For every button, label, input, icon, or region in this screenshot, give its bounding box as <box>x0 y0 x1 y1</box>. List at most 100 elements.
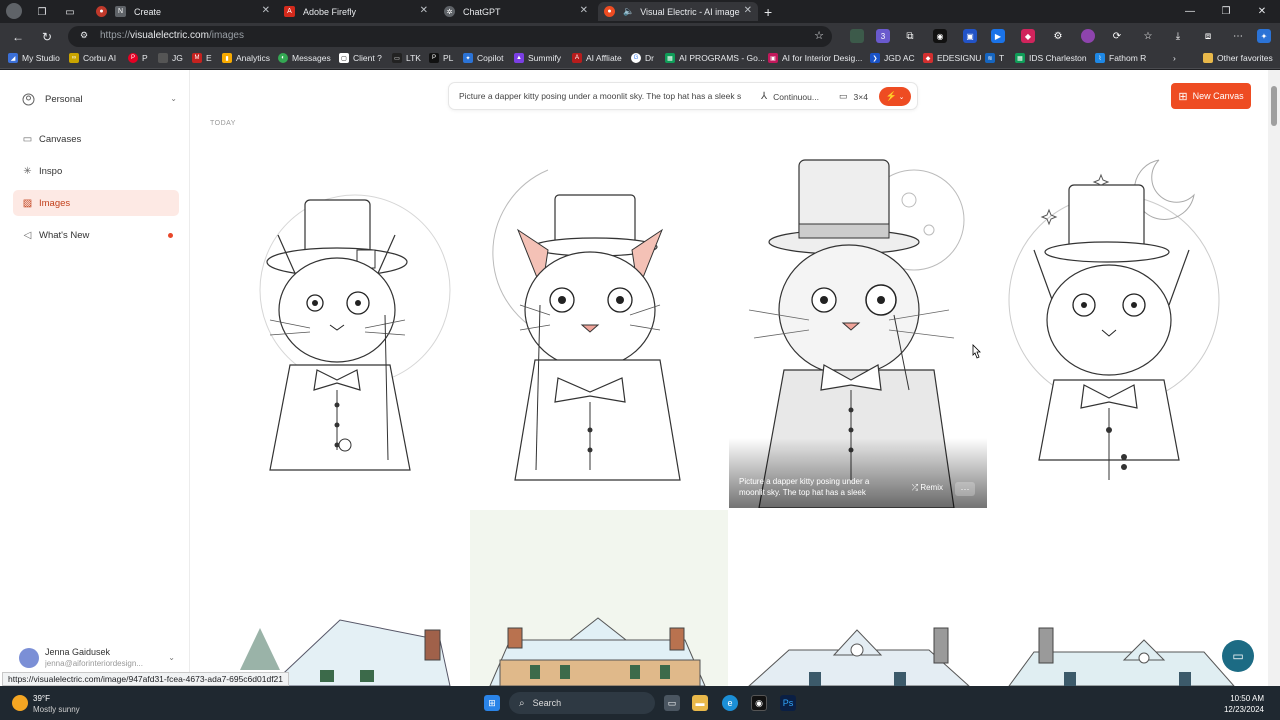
bookmark-jg[interactable]: JG <box>158 53 183 63</box>
page-scrollbar[interactable] <box>1268 70 1280 686</box>
address-bar[interactable]: ⚙ https://visualelectric.com/images ☆ <box>68 26 832 47</box>
bookmark-messages[interactable]: ◐ Messages <box>278 53 331 63</box>
extension-icon[interactable]: 3 <box>876 29 890 43</box>
weather-desc: Mostly sunny <box>33 705 80 714</box>
scrollbar-thumb[interactable] <box>1271 86 1277 126</box>
snowy-house-image <box>1008 627 1235 686</box>
remix-button[interactable]: ⤮ Remix <box>912 483 943 493</box>
notification-dot <box>168 232 173 238</box>
bookmark-pl[interactable]: P PL <box>429 53 453 63</box>
downloads-icon[interactable]: ⤓ <box>1171 29 1185 43</box>
bookmark-corbu-ai[interactable]: ∞ Corbu AI <box>69 53 116 63</box>
close-window-icon[interactable]: ✕ <box>1244 0 1280 22</box>
tab-visual-electric[interactable]: ● 🔈 Visual Electric - AI image ge ✕ <box>598 2 758 21</box>
favorites-icon[interactable]: ☆ <box>1141 29 1155 43</box>
bookmark-star-icon[interactable]: ☆ <box>814 29 824 42</box>
system-clock[interactable]: 10:50 AM 12/23/2024 <box>1224 693 1264 715</box>
task-view-icon[interactable]: ▭ <box>664 695 680 711</box>
sidebar-item-canvases[interactable]: ▭ Canvases <box>13 126 179 152</box>
bookmark-ai-programs[interactable]: ▦ AI PROGRAMS - Go... <box>665 53 765 63</box>
profile-icon[interactable] <box>6 3 22 19</box>
generated-image-card[interactable] <box>989 140 1247 508</box>
bookmark-my-studio[interactable]: ◢ My Studio <box>8 53 60 63</box>
prompt-input[interactable]: Picture a dapper kitty posing under a mo… <box>459 91 749 101</box>
adobe-icon: A <box>284 6 295 17</box>
bookmark-ids-charleston[interactable]: ▦ IDS Charleston <box>1015 53 1087 63</box>
extension-icon[interactable]: ▣ <box>963 29 977 43</box>
bookmark-ltk[interactable]: ▭ LTK <box>392 53 421 63</box>
back-button[interactable]: ← <box>9 28 27 46</box>
tab-actions-icon[interactable]: ▭ <box>62 4 78 20</box>
bookmark-fathom-r[interactable]: ⌇ Fathom R <box>1095 53 1146 63</box>
support-chat-button[interactable]: ▭ <box>1222 640 1254 672</box>
workspace-switcher[interactable]: Personal ⌄ <box>22 93 177 106</box>
copilot-icon[interactable]: ✦ <box>1257 29 1271 43</box>
extension-icon[interactable] <box>1081 29 1095 43</box>
workspaces-icon[interactable]: ❐ <box>34 4 50 20</box>
generated-image-card[interactable] <box>210 140 468 508</box>
bookmark-icon <box>158 53 168 63</box>
generated-image-card[interactable] <box>210 510 468 686</box>
reload-button[interactable]: ↻ <box>38 28 56 46</box>
bookmark-edesignu[interactable]: ◆ EDESIGNU <box>923 53 981 63</box>
sidebar-item-images[interactable]: ▨ Images <box>13 190 179 216</box>
bookmark-copilot[interactable]: ✦ Copilot <box>463 53 503 63</box>
new-tab-button[interactable]: + <box>764 2 782 21</box>
extension-icon[interactable]: ⧉ <box>903 29 917 43</box>
bookmark-summify[interactable]: ▲ Summify <box>514 53 561 63</box>
close-tab-icon[interactable]: ✕ <box>580 5 588 16</box>
generated-image-card[interactable] <box>729 510 987 686</box>
style-selector[interactable]: ⅄ Continuou... <box>761 91 819 102</box>
generated-image-card-hovered[interactable]: Picture a dapper kitty posing under a mo… <box>729 140 987 508</box>
restore-icon[interactable]: ❐ <box>1208 0 1244 22</box>
bookmark-analytics[interactable]: ▮ Analytics <box>222 53 270 63</box>
messages-icon: ◐ <box>278 53 288 63</box>
bookmark-ai-for-interior-design[interactable]: ▣ AI for Interior Desig... <box>768 53 862 63</box>
bookmark-icon: P <box>429 53 439 63</box>
shuffle-icon: ⤮ <box>911 483 919 492</box>
bookmark-jgd-ac[interactable]: ❯ JGD AC <box>870 53 915 63</box>
screenshot-icon[interactable]: ⧈ <box>1201 29 1215 43</box>
generate-button[interactable]: ⚡ ⌄ <box>879 87 911 106</box>
taskbar-search[interactable]: ⌕ Search <box>509 692 655 714</box>
generated-image-card[interactable] <box>989 510 1247 686</box>
bookmark-ai-affliate[interactable]: A AI Affliate <box>572 53 622 63</box>
tab-chatgpt[interactable]: ✲ ChatGPT ✕ <box>444 2 594 21</box>
tab-adobe-firefly[interactable]: A Adobe Firefly ✕ <box>284 2 434 21</box>
edge-icon[interactable]: e <box>722 695 738 711</box>
extension-icon[interactable]: ◉ <box>933 29 947 43</box>
extension-icon[interactable]: ▶ <box>991 29 1005 43</box>
sidebar-item-whats-new[interactable]: ◁ What's New <box>13 222 179 248</box>
site-info-icon[interactable]: ⚙ <box>80 30 92 42</box>
extensions-puzzle-icon[interactable]: ⟳ <box>1110 29 1124 43</box>
more-options-button[interactable]: ··· <box>955 482 975 496</box>
app-icon[interactable]: ◉ <box>751 695 767 711</box>
minimize-icon[interactable]: — <box>1172 0 1208 22</box>
new-canvas-button[interactable]: ⊞ New Canvas <box>1171 83 1251 109</box>
bookmark-other-favorites[interactable]: Other favorites <box>1203 53 1273 63</box>
speaker-icon[interactable]: 🔈 <box>623 6 634 17</box>
file-explorer-icon[interactable]: ▬ <box>692 695 708 711</box>
bookmark-e[interactable]: ME <box>192 53 212 63</box>
user-menu[interactable]: Jenna Gaidusek jenna@aiforinteriordesign… <box>19 646 179 672</box>
close-tab-icon[interactable]: ✕ <box>262 5 270 16</box>
bookmark-p[interactable]: PP <box>128 53 148 63</box>
windows-start-icon[interactable]: ⊞ <box>484 695 500 711</box>
bookmark-client[interactable]: ▢ Client ? <box>339 53 382 63</box>
bookmarks-overflow-icon[interactable]: › <box>1173 53 1176 63</box>
close-tab-icon[interactable]: ✕ <box>744 5 752 16</box>
sidebar-item-inspo[interactable]: ✳ Inspo <box>13 158 179 184</box>
generated-image-card[interactable] <box>470 510 728 686</box>
tab-create[interactable]: ● N Create ✕ <box>96 2 276 21</box>
extension-icon[interactable] <box>850 29 864 43</box>
close-tab-icon[interactable]: ✕ <box>420 5 428 16</box>
aspect-ratio-selector[interactable]: ▭ 3×4 <box>839 91 868 102</box>
generated-image-card[interactable] <box>470 140 728 508</box>
extension-icon[interactable]: ◆ <box>1021 29 1035 43</box>
extension-icon[interactable]: ⚙ <box>1051 29 1065 43</box>
bookmark-dr[interactable]: G Dr <box>631 53 654 63</box>
bookmark-t[interactable]: ≋ T <box>985 53 1004 63</box>
chat-icon: ▭ <box>1232 649 1244 663</box>
photoshop-icon[interactable]: Ps <box>780 695 796 711</box>
menu-icon[interactable]: ⋯ <box>1231 29 1245 43</box>
